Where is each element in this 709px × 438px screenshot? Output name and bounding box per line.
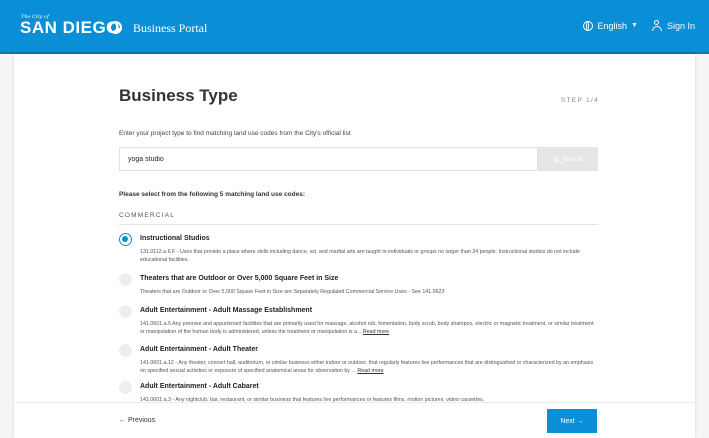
chevron-down-icon[interactable]: ▼ <box>631 22 638 29</box>
sign-in-link[interactable]: Sign In <box>667 21 695 31</box>
portal-title: Business Portal <box>133 21 208 35</box>
search-icon <box>553 156 559 162</box>
next-button[interactable]: Next → <box>547 409 597 433</box>
previous-link[interactable]: ← Previous <box>119 417 155 424</box>
page-title: Business Type <box>119 86 238 105</box>
option-title: Adult Entertainment - Adult Theater <box>140 346 258 353</box>
logo-text: SAN DIEGO <box>20 18 120 37</box>
footer-navigation: ← Previous Next → <box>14 402 695 438</box>
option-title: Adult Entertainment - Adult Massage Esta… <box>140 307 313 314</box>
option-description: 141.0601.a.5 Any premise and appurtenant… <box>140 320 596 336</box>
option-description: 131.0112.a.6.F - Uses that provide a pla… <box>140 249 580 263</box>
radio-button[interactable] <box>119 273 132 286</box>
logo-wave-icon <box>109 21 122 34</box>
option-description: 141.0601.a.12 - Any theater, concert hal… <box>140 359 596 375</box>
read-more-link[interactable]: Read more <box>357 368 383 374</box>
radio-button-selected[interactable] <box>119 233 132 246</box>
section-heading-commercial: COMMERCIAL <box>119 212 176 219</box>
search-button[interactable]: Search <box>538 147 598 171</box>
search-button-label: Search <box>561 155 583 163</box>
option-title: Instructional Studios <box>140 235 210 242</box>
section-divider <box>119 224 598 225</box>
header-actions: English ▼ Sign In <box>582 20 695 31</box>
option-title: Theaters that are Outdoor or Over 5,000 … <box>140 275 339 282</box>
radio-button[interactable] <box>119 381 132 394</box>
city-logo[interactable]: The City of SAN DIEGO <box>20 14 120 38</box>
option-title: Adult Entertainment - Adult Cabaret <box>140 383 259 390</box>
globe-icon <box>582 20 593 31</box>
results-prompt: Please select from the following 5 match… <box>119 191 306 198</box>
radio-button[interactable] <box>119 305 132 318</box>
instructions-text: Enter your project type to find matching… <box>119 130 351 137</box>
read-more-link[interactable]: Read more <box>363 329 389 335</box>
user-icon <box>651 20 662 31</box>
step-indicator: STEP 1/4 <box>560 97 599 104</box>
language-selector[interactable]: English <box>598 21 628 31</box>
radio-button[interactable] <box>119 344 132 357</box>
project-type-search-input[interactable] <box>119 147 538 171</box>
top-navigation-bar: The City of SAN DIEGO Business Portal En… <box>0 0 709 54</box>
business-type-card: Business Type STEP 1/4 Enter your projec… <box>14 54 695 438</box>
option-description: Theaters that are Outdoor or Over 5,000 … <box>140 289 445 295</box>
